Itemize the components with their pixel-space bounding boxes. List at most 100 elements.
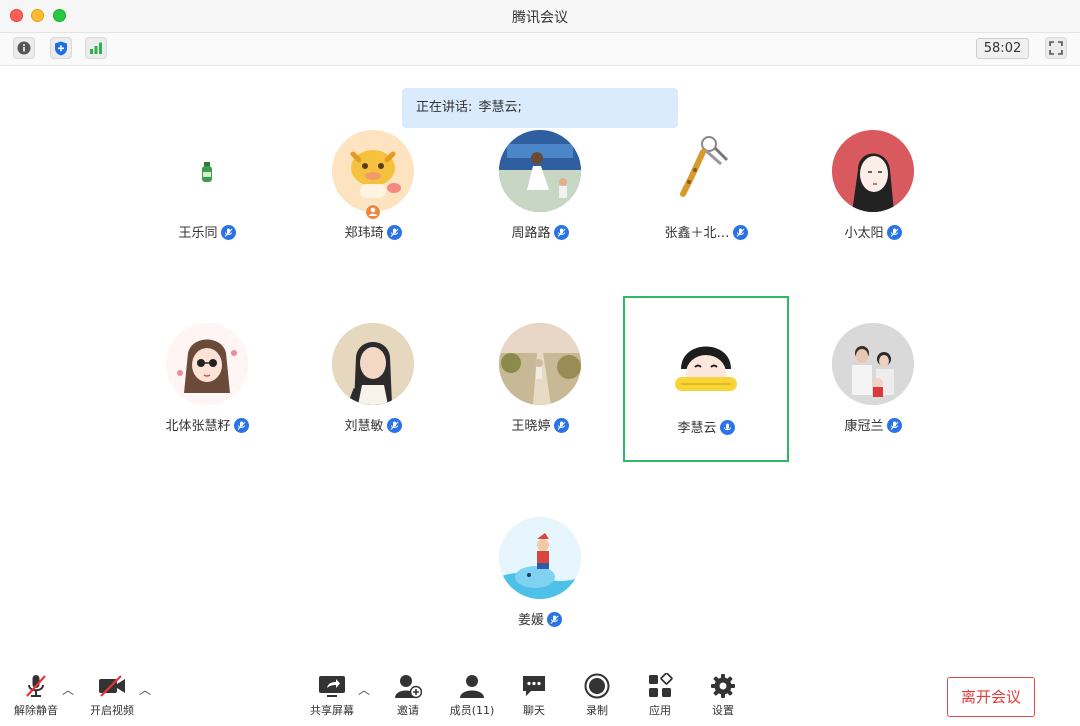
avatar	[166, 323, 248, 405]
unmute-button[interactable]: 解除静音	[6, 672, 66, 718]
avatar	[332, 323, 414, 405]
meeting-timer: 58:02	[976, 38, 1029, 59]
fullscreen-icon	[1049, 41, 1063, 55]
keychain-avatar-image	[680, 136, 729, 197]
mic-active-icon	[719, 420, 735, 435]
avatar	[832, 130, 914, 212]
corn-girl-avatar-image	[665, 325, 747, 407]
settings-label: 设置	[712, 704, 734, 717]
members-button[interactable]: 成员(11)	[442, 672, 502, 718]
participant-tile[interactable]: 张鑫＋北…	[623, 98, 789, 264]
participant-tile[interactable]: 王晓婷	[457, 291, 623, 457]
bottle-avatar-image	[202, 162, 212, 182]
members-label: 成员(11)	[449, 704, 495, 717]
participant-name: 王晓婷	[511, 419, 551, 434]
avatar	[499, 517, 581, 599]
participant-tile[interactable]: 郑玮琦	[290, 98, 456, 264]
participant-name: 小太阳	[844, 226, 884, 241]
settings-button[interactable]: 设置	[693, 672, 753, 718]
mic-icon	[386, 225, 402, 240]
muted-mic-icon	[26, 675, 46, 697]
signal-bars-icon	[90, 42, 102, 54]
avatar	[332, 130, 414, 212]
meeting-controls-bar: 解除静音 ︿ 开启视频 ︿ 共享屏幕 ︿ 邀请 成员(11) 聊天 录制 应用 …	[0, 660, 1080, 726]
whale-cartoon-avatar-image	[499, 517, 581, 599]
mic-icon	[233, 418, 249, 433]
mic-icon	[553, 225, 569, 240]
participant-name: 康冠兰	[844, 419, 884, 434]
share-options-chevron-icon[interactable]: ︿	[358, 681, 370, 698]
invite-label: 邀请	[397, 704, 419, 717]
security-button[interactable]	[50, 37, 72, 59]
participant-name: 周路路	[511, 226, 551, 241]
mic-icon	[553, 418, 569, 433]
mic-icon	[886, 418, 902, 433]
mic-icon	[547, 612, 562, 627]
host-badge-icon	[365, 204, 381, 220]
fullscreen-button[interactable]	[1045, 37, 1067, 59]
woman-photo-avatar-image	[332, 323, 414, 405]
video-options-chevron-icon[interactable]: ︿	[139, 681, 151, 698]
participant-name: 李慧云	[677, 421, 717, 436]
cartoon-glasses-girl-avatar-image	[166, 323, 248, 405]
start-video-button[interactable]: 开启视频	[82, 672, 142, 718]
apps-button[interactable]: 应用	[630, 672, 690, 718]
participant-name: 刘慧敏	[344, 419, 384, 434]
avatar	[499, 130, 581, 212]
record-icon	[584, 673, 610, 699]
record-button[interactable]: 录制	[567, 672, 627, 718]
leave-meeting-button[interactable]: 离开会议	[947, 677, 1035, 717]
participant-name: 北体张慧籽	[165, 419, 231, 434]
participant-tile[interactable]: 周路路	[457, 98, 623, 264]
share-screen-icon	[319, 676, 345, 697]
family-photo-avatar-image	[832, 323, 914, 405]
participant-name: 郑玮琦	[344, 226, 384, 241]
record-label: 录制	[586, 704, 608, 717]
avatar	[499, 323, 581, 405]
invite-button[interactable]: 邀请	[378, 672, 438, 718]
meeting-toolbar: 58:02	[0, 33, 1080, 66]
shield-icon	[55, 41, 67, 55]
avatar	[166, 130, 248, 212]
audio-options-chevron-icon[interactable]: ︿	[62, 681, 74, 698]
window-title: 腾讯会议	[512, 10, 568, 26]
chat-bubble-icon	[523, 676, 545, 696]
chat-label: 聊天	[523, 704, 545, 717]
participant-tile[interactable]: 北体张慧籽	[124, 291, 290, 457]
avatar	[665, 325, 747, 407]
start-video-label: 开启视频	[90, 704, 134, 717]
mic-icon	[886, 225, 902, 240]
gear-icon	[711, 674, 735, 698]
avatar	[832, 323, 914, 405]
participant-name: 王乐同	[178, 226, 218, 241]
unmute-label: 解除静音	[14, 704, 58, 717]
title-bar: 腾讯会议	[0, 0, 1080, 33]
add-person-icon	[395, 675, 422, 699]
participant-tile[interactable]: 姜媛	[457, 485, 623, 651]
share-screen-button[interactable]: 共享屏幕	[302, 672, 362, 718]
avatar	[665, 130, 747, 212]
person-icon	[460, 675, 484, 698]
participant-tile[interactable]: 刘慧敏	[290, 291, 456, 457]
mic-icon	[732, 225, 748, 240]
participant-tile[interactable]: 小太阳	[790, 98, 956, 264]
participant-tile[interactable]: 康冠兰	[790, 291, 956, 457]
path-photo-avatar-image	[499, 323, 581, 405]
info-icon	[17, 41, 31, 55]
participant-tile-active-speaker[interactable]: 李慧云	[623, 296, 789, 462]
info-button[interactable]	[13, 37, 35, 59]
share-screen-label: 共享屏幕	[310, 704, 354, 717]
network-signal-button[interactable]	[85, 37, 107, 59]
cartoon-ox-avatar-image	[332, 130, 414, 212]
participant-name: 姜媛	[517, 613, 544, 628]
chat-button[interactable]: 聊天	[504, 672, 564, 718]
participant-name: 张鑫＋北…	[664, 226, 730, 241]
apps-label: 应用	[649, 704, 671, 717]
apps-grid-icon	[649, 673, 673, 697]
child-photo-avatar-image	[499, 130, 581, 212]
sketch-girl-avatar-image	[832, 130, 914, 212]
video-off-icon	[99, 675, 125, 697]
mic-icon	[386, 418, 402, 433]
mic-icon	[220, 225, 236, 240]
participant-tile[interactable]: 王乐同	[124, 98, 290, 264]
